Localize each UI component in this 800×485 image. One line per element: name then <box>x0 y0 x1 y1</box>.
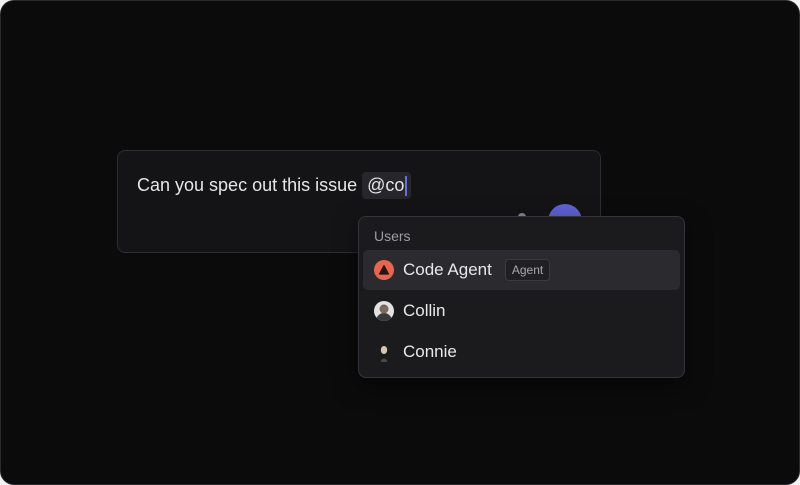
agent-triangle-icon <box>374 260 394 280</box>
mention-query: @co <box>367 175 405 195</box>
app-window: Can you spec out this issue @co Users Co… <box>0 0 800 485</box>
option-code-agent[interactable]: Code Agent Agent <box>363 250 680 290</box>
option-collin[interactable]: Collin <box>363 291 680 331</box>
mention-chip: @co <box>362 172 412 199</box>
option-connie[interactable]: Connie <box>363 332 680 372</box>
avatar <box>374 301 394 321</box>
agent-tag: Agent <box>504 259 551 281</box>
composer-input[interactable]: Can you spec out this issue @co <box>137 172 412 199</box>
option-label: Collin <box>403 301 446 320</box>
mention-dropdown: Users Code Agent Agent Collin Connie <box>358 216 685 378</box>
avatar <box>374 342 394 362</box>
text-caret <box>405 175 408 196</box>
option-label: Connie <box>403 342 457 361</box>
dropdown-header: Users <box>374 228 411 244</box>
option-label: Code Agent <box>403 260 492 279</box>
composer-text: Can you spec out this issue <box>137 175 358 195</box>
